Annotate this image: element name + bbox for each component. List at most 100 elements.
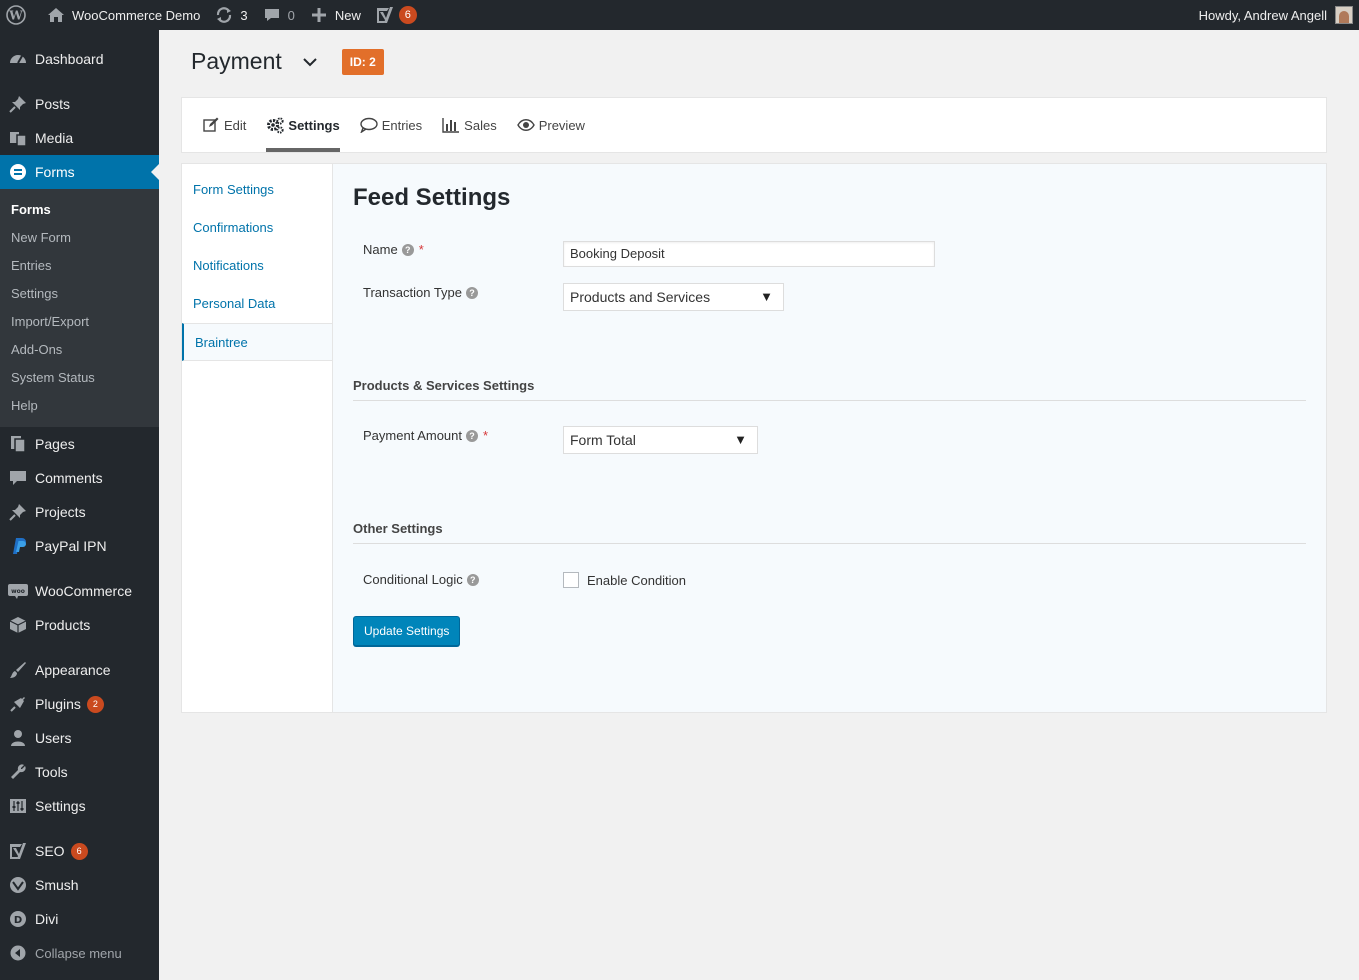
toolbar-preview[interactable]: Preview <box>516 98 585 152</box>
sidebar-item-products[interactable]: Products <box>0 608 159 642</box>
my-account-link[interactable]: Howdy, Andrew Angell <box>1192 0 1353 30</box>
toolbar-edit[interactable]: Edit <box>202 98 246 152</box>
submenu-item-new-form[interactable]: New Form <box>0 224 159 252</box>
site-name: WooCommerce Demo <box>72 7 201 23</box>
sidebar-item-dashboard[interactable]: Dashboard <box>0 42 159 76</box>
dropdown-arrow-icon: ▼ <box>760 289 773 304</box>
toolbar-entries-label: Entries <box>381 117 423 133</box>
submenu-item-system-status[interactable]: System Status <box>0 364 159 392</box>
settings-panel: Form Settings Confirmations Notification… <box>181 163 1327 713</box>
updates-count: 3 <box>240 7 248 23</box>
gears-icon <box>266 116 285 134</box>
admin-sidebar: Dashboard Posts Media Forms Forms New Fo… <box>0 30 159 980</box>
payment-amount-select[interactable]: Form Total ▼ <box>563 426 758 454</box>
subnav-notifications[interactable]: Notifications <box>182 247 332 285</box>
sidebar-item-seo[interactable]: SEO 6 <box>0 834 159 868</box>
collapse-menu-button[interactable]: Collapse menu <box>0 936 159 970</box>
new-content-link[interactable]: New <box>302 0 368 30</box>
sidebar-item-comments[interactable]: Comments <box>0 461 159 495</box>
wordpress-logo-button[interactable]: W <box>0 0 39 30</box>
sidebar-label-dashboard: Dashboard <box>35 51 104 67</box>
form-header: Payment ID: 2 <box>191 48 384 75</box>
subnav-form-settings[interactable]: Form Settings <box>182 171 332 209</box>
pages-icon <box>8 434 28 454</box>
name-label: Name ? * <box>363 242 424 257</box>
edit-icon <box>202 116 220 134</box>
sidebar-item-woocommerce[interactable]: woo WooCommerce <box>0 574 159 608</box>
dropdown-arrow-icon: ▼ <box>734 432 747 447</box>
new-label: New <box>334 7 361 23</box>
sidebar-item-plugins[interactable]: Plugins 2 <box>0 687 159 721</box>
sidebar-label-settings: Settings <box>35 798 86 814</box>
required-asterisk: * <box>418 242 424 257</box>
sidebar-item-projects[interactable]: Projects <box>0 495 159 529</box>
sidebar-label-appearance: Appearance <box>35 662 111 678</box>
submenu-item-settings[interactable]: Settings <box>0 280 159 308</box>
comments-link[interactable]: 0 <box>255 0 302 30</box>
submenu-item-import-export[interactable]: Import/Export <box>0 308 159 336</box>
payment-amount-label: Payment Amount ? * <box>363 428 488 443</box>
site-name-link[interactable]: WooCommerce Demo <box>39 0 207 30</box>
wrench-icon <box>8 762 28 782</box>
page-title[interactable]: Payment <box>191 48 282 75</box>
toolbar-sales[interactable]: Sales <box>442 98 497 152</box>
submenu-item-forms[interactable]: Forms <box>0 196 159 224</box>
subnav-confirmations[interactable]: Confirmations <box>182 209 332 247</box>
updates-link[interactable]: 3 <box>207 0 254 30</box>
smush-icon <box>8 875 28 895</box>
sidebar-item-paypal-ipn[interactable]: PayPal IPN <box>0 529 159 563</box>
sidebar-item-divi[interactable]: D Divi <box>0 902 159 936</box>
sidebar-label-woocommerce: WooCommerce <box>35 583 132 599</box>
sidebar-item-media[interactable]: Media <box>0 121 159 155</box>
sidebar-item-appearance[interactable]: Appearance <box>0 653 159 687</box>
sidebar-label-media: Media <box>35 130 74 146</box>
media-icon <box>8 128 28 148</box>
paypal-icon <box>8 536 28 556</box>
sidebar-label-forms: Forms <box>35 164 75 180</box>
conditional-logic-label-text: Conditional Logic <box>363 572 463 587</box>
subnav-personal-data[interactable]: Personal Data <box>182 285 332 323</box>
submenu-item-entries[interactable]: Entries <box>0 252 159 280</box>
sidebar-item-posts[interactable]: Posts <box>0 87 159 121</box>
sidebar-item-settings[interactable]: Settings <box>0 789 159 823</box>
help-icon[interactable]: ? <box>401 243 414 256</box>
toolbar-settings[interactable]: Settings <box>266 98 341 152</box>
conditional-logic-label: Conditional Logic ? <box>363 572 479 587</box>
sidebar-item-pages[interactable]: Pages <box>0 427 159 461</box>
subnav-braintree[interactable]: Braintree <box>182 323 332 361</box>
sidebar-item-smush[interactable]: Smush <box>0 868 159 902</box>
wordpress-icon: W <box>6 5 26 25</box>
sidebar-label-tools: Tools <box>35 764 68 780</box>
collapse-arrow-icon <box>8 943 28 963</box>
update-settings-button[interactable]: Update Settings <box>353 616 461 646</box>
sidebar-item-users[interactable]: Users <box>0 721 159 755</box>
help-icon[interactable]: ? <box>466 573 479 586</box>
toolbar-entries[interactable]: Entries <box>360 98 422 152</box>
sidebar-label-users: Users <box>35 730 72 746</box>
svg-text:woo: woo <box>11 588 25 595</box>
transaction-type-select[interactable]: Products and Services ▼ <box>563 283 784 311</box>
seo-badge: 6 <box>398 6 417 24</box>
submenu-item-help[interactable]: Help <box>0 392 159 420</box>
help-icon[interactable]: ? <box>466 286 478 299</box>
pushpin-icon <box>8 94 28 114</box>
svg-text:W: W <box>8 9 23 23</box>
sliders-icon <box>8 796 28 816</box>
settings-subnav: Form Settings Confirmations Notification… <box>182 164 333 712</box>
submenu-item-add-ons[interactable]: Add-Ons <box>0 336 159 364</box>
svg-text:D: D <box>14 915 22 926</box>
plus-icon <box>309 5 329 25</box>
transaction-type-label-text: Transaction Type <box>363 285 462 300</box>
seo-link[interactable]: 6 <box>368 0 424 30</box>
enable-condition-label[interactable]: Enable Condition <box>587 573 686 588</box>
comment-bubble-icon <box>8 468 28 488</box>
forms-icon <box>8 162 28 182</box>
sidebar-item-forms[interactable]: Forms <box>0 155 159 189</box>
enable-condition-checkbox[interactable] <box>563 572 579 588</box>
chevron-down-icon[interactable] <box>302 54 318 70</box>
help-icon[interactable]: ? <box>466 429 478 442</box>
name-input[interactable]: Booking Deposit <box>563 241 935 267</box>
home-icon <box>46 5 66 25</box>
plugins-update-badge: 2 <box>86 695 104 713</box>
sidebar-item-tools[interactable]: Tools <box>0 755 159 789</box>
